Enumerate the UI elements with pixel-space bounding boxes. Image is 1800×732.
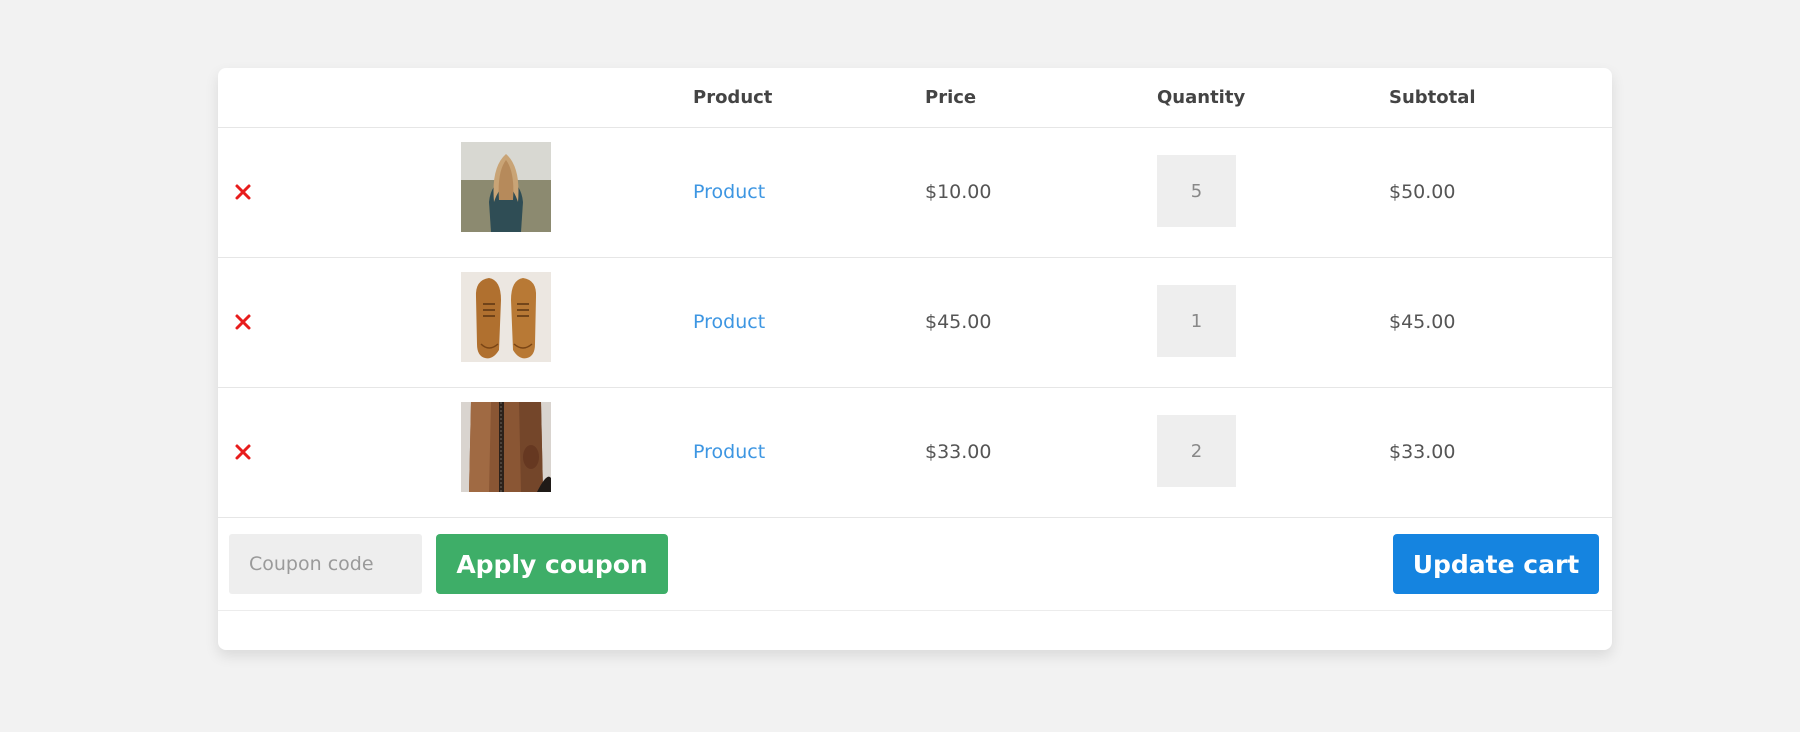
header-product: Product [693, 87, 773, 108]
subtotal-cell: $33.00 [1389, 441, 1456, 463]
coupon-code-input[interactable] [229, 534, 422, 594]
subtotal-cell: $45.00 [1389, 311, 1456, 333]
subtotal-cell: $50.00 [1389, 181, 1456, 203]
close-icon[interactable] [232, 181, 254, 203]
price-cell: $10.00 [925, 181, 992, 203]
leather-bag-photo-icon [461, 402, 551, 492]
shoes-photo-icon [461, 272, 551, 362]
quantity-input[interactable] [1157, 415, 1236, 487]
woman-photo-icon [461, 142, 551, 232]
product-link[interactable]: Product [693, 311, 765, 333]
close-icon[interactable] [232, 441, 254, 463]
product-thumbnail[interactable] [461, 272, 551, 362]
quantity-input[interactable] [1157, 285, 1236, 357]
cart-actions: Apply coupon Update cart [218, 518, 1612, 611]
product-name-cell: Product [693, 387, 765, 517]
price-cell: $45.00 [925, 311, 992, 333]
quantity-input[interactable] [1157, 155, 1236, 227]
product-link[interactable]: Product [693, 441, 765, 463]
product-link[interactable]: Product [693, 181, 765, 203]
product-thumbnail[interactable] [461, 402, 551, 492]
table-row: Product $33.00 $33.00 [218, 387, 1612, 518]
close-icon[interactable] [232, 311, 254, 333]
product-name-cell: Product [693, 127, 765, 257]
header-price: Price [925, 87, 977, 108]
table-header: Product Price Quantity Subtotal [218, 68, 1612, 128]
price-cell: $33.00 [925, 441, 992, 463]
cart-table: Product Price Quantity Subtotal Product … [218, 68, 1612, 650]
header-quantity: Quantity [1157, 87, 1246, 108]
product-thumbnail[interactable] [461, 142, 551, 232]
table-row: Product $45.00 $45.00 [218, 257, 1612, 388]
apply-coupon-button[interactable]: Apply coupon [436, 534, 668, 594]
header-subtotal: Subtotal [1389, 87, 1476, 108]
table-row: Product $10.00 $50.00 [218, 127, 1612, 258]
product-name-cell: Product [693, 257, 765, 387]
update-cart-button[interactable]: Update cart [1393, 534, 1599, 594]
